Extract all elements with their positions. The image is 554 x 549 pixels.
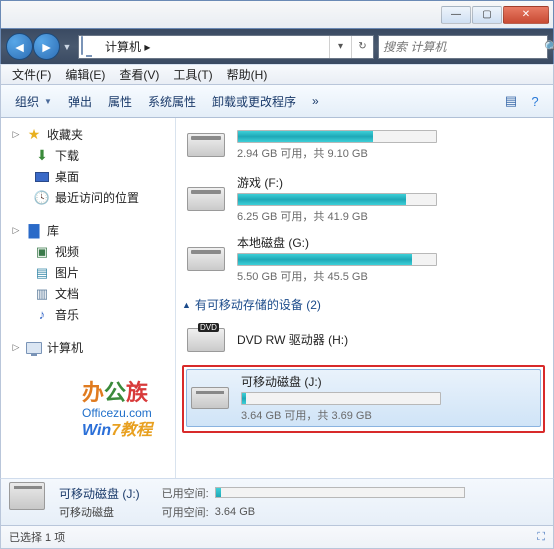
drive-item[interactable]: 2.94 GB 可用，共 9.10 GB [182,122,545,168]
drive-item-dvd[interactable]: DVD RW 驱动器 (H:) [182,317,545,363]
hdd-icon [185,180,227,218]
computer-tree-icon [26,340,42,356]
organize-menu[interactable]: 组织▼ [7,89,60,114]
usage-bar [237,253,437,266]
document-icon: ▥ [34,286,50,302]
annotation-highlight: 可移动磁盘 (J:) 3.64 GB 可用，共 3.69 GB [182,365,545,433]
search-icon[interactable]: 🔍 [544,40,554,54]
tree-desktop[interactable]: 桌面 [1,166,175,187]
menu-view[interactable]: 查看(V) [112,64,166,85]
free-space-label: 可用空间: [162,504,209,520]
computer-status-icon: ⛶ [537,531,545,544]
drive-stats: 2.94 GB 可用，共 9.10 GB [237,145,542,161]
drive-item-g[interactable]: 本地磁盘 (G:) 5.50 GB 可用，共 45.5 GB [182,230,545,288]
minimize-button[interactable]: — [441,6,471,24]
selection-status: 已选择 1 项 [9,529,65,545]
tree-libraries[interactable]: ▷▇库 [1,220,175,241]
tree-music[interactable]: ♪音乐 [1,304,175,325]
menu-tools[interactable]: 工具(T) [166,64,219,85]
search-input[interactable] [379,40,544,54]
menu-file[interactable]: 文件(F) [5,64,58,85]
help-button[interactable]: ? [523,89,547,113]
refresh-button[interactable]: ↻ [351,36,373,58]
address-dropdown[interactable]: ▾ [329,36,351,58]
maximize-button[interactable]: ▢ [472,6,502,24]
content-area: ▷★收藏夹 ⬇下载 桌面 🕓最近访问的位置 ▷▇库 ▣视频 ▤图片 ▥文档 ♪音… [0,118,554,478]
status-bar: 已选择 1 项 ⛶ [0,526,554,549]
tree-recent[interactable]: 🕓最近访问的位置 [1,187,175,208]
menu-bar: 文件(F) 编辑(E) 查看(V) 工具(T) 帮助(H) [0,64,554,85]
search-box[interactable]: 🔍 [378,35,548,59]
free-space-value: 3.64 GB [215,506,255,518]
address-path[interactable]: 计算机 ▸ [103,38,329,55]
command-toolbar: 组织▼ 弹出 属性 系统属性 卸载或更改程序 » ▤ ? [0,85,554,118]
menu-edit[interactable]: 编辑(E) [58,64,112,85]
picture-icon: ▤ [34,265,50,281]
tree-documents[interactable]: ▥文档 [1,283,175,304]
collapse-icon: ▲ [182,300,191,310]
system-properties-button[interactable]: 系统属性 [140,89,204,114]
used-space-label: 已用空间: [162,485,209,501]
drive-name: 可移动磁盘 (J:) [241,373,538,390]
usage-bar [241,392,441,405]
hdd-icon [185,126,227,164]
hdd-icon [185,240,227,278]
tree-downloads[interactable]: ⬇下载 [1,145,175,166]
uninstall-button[interactable]: 卸载或更改程序 [204,89,304,114]
drive-stats: 3.64 GB 可用，共 3.69 GB [241,407,538,423]
details-type: 可移动磁盘 [59,504,140,520]
drive-list: 2.94 GB 可用，共 9.10 GB 游戏 (F:) 6.25 GB 可用，… [176,118,553,478]
window-titlebar: — ▢ ✕ [0,0,554,29]
tree-pictures[interactable]: ▤图片 [1,262,175,283]
computer-icon [81,37,101,57]
drive-stats: 6.25 GB 可用，共 41.9 GB [237,208,542,224]
library-icon: ▇ [26,223,42,239]
dvd-icon [185,321,227,359]
toolbar-overflow[interactable]: » [304,90,327,112]
drive-item-usb[interactable]: 可移动磁盘 (J:) 3.64 GB 可用，共 3.69 GB [186,369,541,427]
download-icon: ⬇ [34,148,50,164]
usb-drive-icon [9,482,49,522]
star-icon: ★ [26,127,42,143]
details-pane: 可移动磁盘 (J:) 可移动磁盘 已用空间: 可用空间: 3.64 GB [0,478,554,526]
music-icon: ♪ [34,307,50,323]
menu-help[interactable]: 帮助(H) [220,64,275,85]
back-button[interactable]: ◄ [6,33,33,60]
drive-stats: 5.50 GB 可用，共 45.5 GB [237,268,542,284]
navigation-tree: ▷★收藏夹 ⬇下载 桌面 🕓最近访问的位置 ▷▇库 ▣视频 ▤图片 ▥文档 ♪音… [1,118,176,478]
properties-button[interactable]: 属性 [100,89,140,114]
address-bar[interactable]: 计算机 ▸ ▾ ↻ [78,35,374,59]
removable-devices-header[interactable]: ▲ 有可移动存储的设备 (2) [182,290,545,317]
eject-button[interactable]: 弹出 [60,89,100,114]
navigation-bar: ◄ ► ▼ 计算机 ▸ ▾ ↻ 🔍 [0,29,554,64]
drive-item-f[interactable]: 游戏 (F:) 6.25 GB 可用，共 41.9 GB [182,170,545,228]
close-button[interactable]: ✕ [503,6,549,24]
details-usage-bar [215,487,465,498]
usage-bar [237,193,437,206]
desktop-icon [34,169,50,185]
usb-drive-icon [189,379,231,417]
nav-history-dropdown[interactable]: ▼ [60,36,74,58]
tree-favorites[interactable]: ▷★收藏夹 [1,124,175,145]
video-icon: ▣ [34,244,50,260]
drive-name: 游戏 (F:) [237,174,542,191]
recent-icon: 🕓 [34,190,50,206]
forward-button[interactable]: ► [33,33,60,60]
view-mode-button[interactable]: ▤ [499,89,523,113]
drive-name: 本地磁盘 (G:) [237,234,542,251]
tree-videos[interactable]: ▣视频 [1,241,175,262]
usage-bar [237,130,437,143]
tree-computer[interactable]: ▷计算机 [1,337,175,358]
drive-name: DVD RW 驱动器 (H:) [237,331,542,348]
details-name: 可移动磁盘 (J:) [59,485,140,502]
